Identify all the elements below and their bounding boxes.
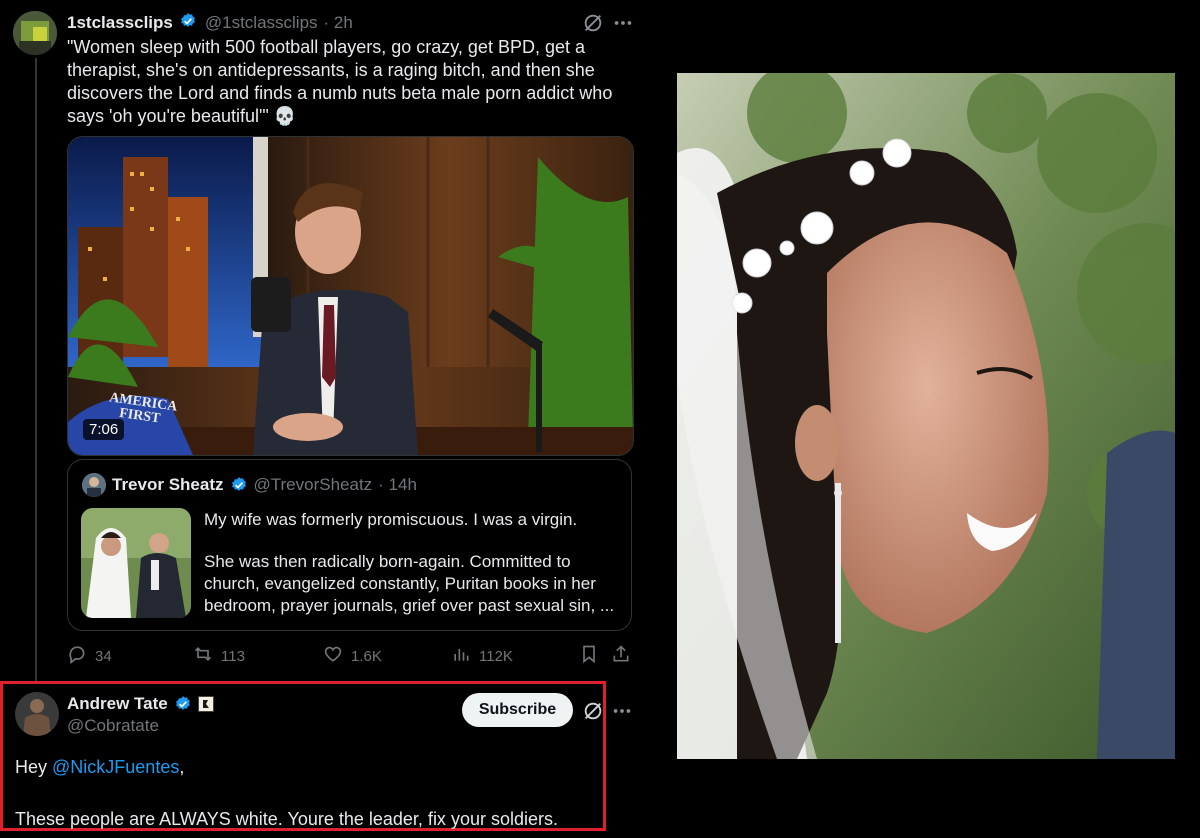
tweet2-text-line1: Hey @NickJFuentes,: [15, 756, 184, 779]
grok-icon[interactable]: [582, 12, 604, 34]
subscribe-button[interactable]: Subscribe: [462, 693, 573, 727]
tweet1-action-bar: 34 113 1.6K 112K: [67, 644, 632, 668]
quote-author-name[interactable]: Trevor Sheatz: [112, 475, 224, 495]
tweet2-text-line2: These people are ALWAYS white. Youre the…: [15, 809, 558, 829]
more-options-icon[interactable]: [612, 12, 634, 34]
tweet1-time[interactable]: · 2h: [324, 13, 353, 33]
reply-icon: [67, 644, 87, 668]
quoted-tweet[interactable]: Trevor Sheatz @TrevorSheatz · 14h My wif…: [67, 459, 632, 631]
like-button[interactable]: 1.6K: [323, 644, 382, 668]
tweet2-author-name[interactable]: Andrew Tate: [67, 694, 168, 714]
views-button[interactable]: 112K: [451, 644, 513, 668]
bookmark-icon[interactable]: [579, 644, 599, 669]
retweet-button[interactable]: 113: [193, 644, 245, 668]
tweet1-text: "Women sleep with 500 football players, …: [67, 36, 642, 128]
analytics-icon: [451, 644, 471, 668]
quote-author-handle[interactable]: @TrevorSheatz: [254, 475, 373, 495]
video-duration-badge: 7:06: [83, 419, 125, 440]
tweet2-header: Andrew Tate: [67, 694, 214, 714]
verified-badge-icon: [230, 476, 248, 494]
bride-photo: [677, 73, 1175, 759]
heart-icon: [323, 644, 343, 668]
retweet-count: 113: [221, 647, 245, 665]
quote-avatar[interactable]: [82, 473, 106, 497]
tweet2-avatar[interactable]: [15, 692, 59, 736]
tweet1-text-body: "Women sleep with 500 football players, …: [67, 37, 613, 126]
highlighted-tweet: Andrew Tate @Cobratate Subscribe Hey @Ni…: [0, 681, 631, 831]
reply-count: 34: [95, 647, 112, 665]
share-icon[interactable]: [611, 644, 631, 669]
quote-time[interactable]: · 14h: [378, 475, 417, 495]
tweet1-header: 1stclassclips @1stclassclips · 2h: [67, 12, 353, 34]
reply-button[interactable]: 34: [67, 644, 112, 668]
tweet1-author-name[interactable]: 1stclassclips: [67, 13, 173, 33]
tweet2-text-prefix: Hey: [15, 757, 53, 777]
tweet1-avatar[interactable]: [13, 11, 57, 55]
quote-header: Trevor Sheatz @TrevorSheatz · 14h: [112, 475, 417, 495]
quote-text-p1: My wife was formerly promiscuous. I was …: [204, 510, 578, 529]
retweet-icon: [193, 644, 213, 668]
tweet2-text-suffix: ,: [179, 757, 185, 777]
verified-badge-icon: [179, 12, 197, 35]
grok-icon[interactable]: [582, 700, 604, 722]
like-count: 1.6K: [351, 647, 382, 665]
quote-text: My wife was formerly promiscuous. I was …: [204, 509, 619, 617]
tweet2-author-handle[interactable]: @Cobratate: [67, 716, 159, 736]
tweet1-video[interactable]: AMERICA FIRST 7:06: [67, 136, 634, 456]
view-count: 112K: [479, 647, 513, 665]
tweet-thread-line: [35, 58, 37, 683]
verified-badge-icon: [174, 695, 192, 713]
mention-link[interactable]: @NickJFuentes: [52, 757, 179, 777]
tweet1-author-handle[interactable]: @1stclassclips: [205, 13, 318, 33]
quote-thumbnail[interactable]: [81, 508, 191, 618]
affiliate-badge-icon[interactable]: [197, 696, 214, 712]
skull-emoji: 💀: [273, 106, 297, 126]
more-options-icon[interactable]: [611, 700, 633, 722]
quote-text-p2: She was then radically born-again. Commi…: [204, 552, 615, 615]
